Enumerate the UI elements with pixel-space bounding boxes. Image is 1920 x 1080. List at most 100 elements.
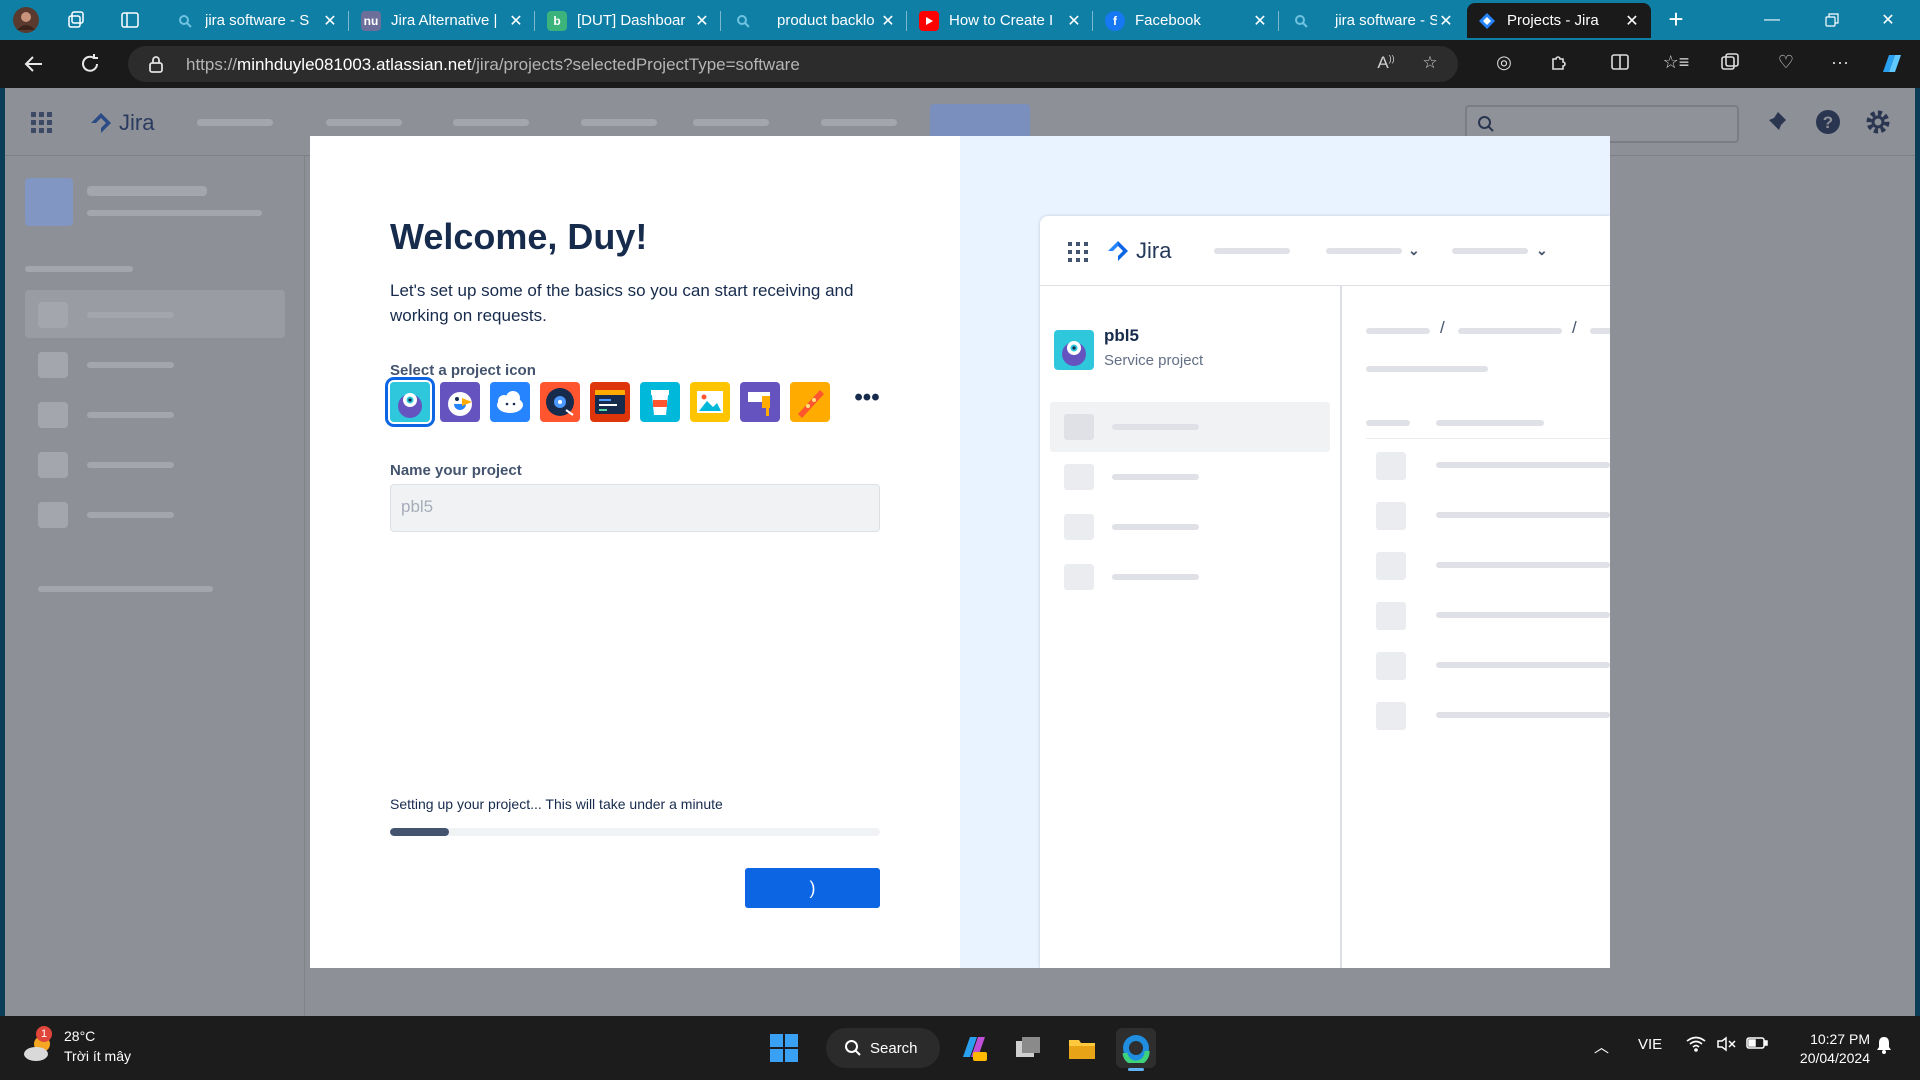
code-avatar-icon[interactable]	[590, 382, 630, 422]
browser-essentials-icon[interactable]: ♡	[1772, 52, 1800, 76]
url-text[interactable]: https://minhduyle081003.atlassian.net/ji…	[186, 55, 800, 75]
notification-bell-icon[interactable]	[1876, 1036, 1892, 1058]
weather-badge: 1	[36, 1026, 52, 1042]
tab-label: Jira Alternative |	[391, 12, 498, 29]
browser-tab[interactable]: product backlo ✕	[723, 3, 907, 38]
sidebar-icon-skeleton	[38, 402, 68, 428]
project-name-input[interactable]: pbl5	[390, 484, 880, 532]
restore-icon[interactable]	[1804, 0, 1860, 40]
lock-icon[interactable]	[146, 54, 166, 74]
help-icon[interactable]: ?	[1815, 109, 1841, 140]
create-button-skeleton	[930, 104, 1030, 140]
windows-start-icon[interactable]	[764, 1028, 804, 1068]
extensions-icon[interactable]	[1545, 52, 1573, 76]
tab-separator	[348, 11, 349, 31]
monster-avatar-icon[interactable]	[385, 377, 435, 427]
close-icon[interactable]: ✕	[1437, 11, 1455, 31]
address-bar[interactable]: https://minhduyle081003.atlassian.net/ji…	[128, 46, 1458, 82]
tab-label: [DUT] Dashboar	[577, 12, 686, 29]
search-icon	[733, 11, 753, 31]
bird-avatar-icon[interactable]	[440, 382, 480, 422]
sidebar-label-skeleton	[1112, 524, 1199, 530]
weather-widget[interactable]: 1 28°C Trời ít mây	[22, 1026, 172, 1072]
jira-sidebar	[5, 156, 305, 1016]
copilot-ring-icon[interactable]: ◎	[1490, 52, 1518, 76]
nav-item-skeleton	[1214, 248, 1290, 254]
notifications-icon[interactable]	[1767, 110, 1789, 137]
submit-button-loading[interactable]: )	[745, 868, 880, 908]
vertical-tabs-icon[interactable]	[116, 6, 144, 34]
vinyl-avatar-icon[interactable]	[540, 382, 580, 422]
project-icon-label: Select a project icon	[390, 362, 536, 379]
image-avatar-icon[interactable]	[690, 382, 730, 422]
tab-separator	[1092, 11, 1093, 31]
close-icon[interactable]: ✕	[507, 11, 525, 31]
copilot-icon[interactable]	[1878, 52, 1906, 76]
tab-label: jira software - S	[1335, 12, 1437, 29]
new-tab-button[interactable]: +	[1658, 6, 1694, 34]
nav-item-skeleton	[326, 119, 402, 126]
browser-tab[interactable]: nu Jira Alternative | ✕	[351, 3, 535, 38]
browser-tab-active[interactable]: Projects - Jira ✕	[1467, 3, 1651, 38]
row-text-skeleton	[1436, 562, 1610, 568]
browser-tab[interactable]: How to Create I ✕	[909, 3, 1093, 38]
close-icon[interactable]: ✕	[693, 11, 711, 31]
sidebar-icon-skeleton	[38, 502, 68, 528]
settings-gear-icon[interactable]	[1865, 109, 1891, 140]
browser-tab[interactable]: jira software - S ✕	[1281, 3, 1465, 38]
row-text-skeleton	[1436, 712, 1610, 718]
split-screen-icon[interactable]	[1606, 52, 1634, 76]
flag-avatar-icon[interactable]	[740, 382, 780, 422]
workspaces-icon[interactable]	[62, 6, 90, 34]
speaker-muted-icon[interactable]	[1716, 1036, 1736, 1056]
wifi-icon[interactable]	[1686, 1036, 1706, 1056]
preview-project-name: pbl5	[1104, 326, 1139, 345]
taskbar-search-button[interactable]: Search	[826, 1028, 940, 1068]
close-icon[interactable]: ✕	[1251, 11, 1269, 31]
row-icon-skeleton	[1376, 452, 1406, 480]
sidebar-label-skeleton	[1112, 474, 1199, 480]
url-path: /jira/projects?selectedProjectType=softw…	[471, 55, 800, 74]
favorite-star-icon[interactable]: ☆	[1418, 53, 1442, 75]
search-icon	[1291, 11, 1311, 31]
minimize-icon[interactable]: —	[1744, 0, 1800, 40]
browser-tab[interactable]: jira software - S ✕	[165, 3, 349, 38]
refresh-icon[interactable]	[74, 50, 106, 78]
collections-icon[interactable]	[1716, 52, 1744, 76]
page-title-skeleton	[1366, 366, 1488, 372]
back-arrow-icon[interactable]	[18, 50, 50, 78]
browser-tab[interactable]: f Facebook ✕	[1095, 3, 1279, 38]
loading-spinner-icon: )	[809, 877, 816, 898]
jira-logo-text: Jira	[119, 110, 155, 135]
close-icon[interactable]: ✕	[1623, 11, 1641, 31]
sidebar-icon-skeleton	[38, 352, 68, 378]
task-view-icon[interactable]	[1008, 1028, 1048, 1068]
file-explorer-icon[interactable]	[1062, 1028, 1102, 1068]
cup-avatar-icon[interactable]	[640, 382, 680, 422]
close-icon[interactable]: ✕	[1065, 11, 1083, 31]
taskbar-search-label: Search	[870, 1039, 918, 1057]
read-aloud-icon[interactable]: A))	[1374, 53, 1398, 75]
input-language[interactable]: VIE	[1638, 1036, 1662, 1053]
close-icon[interactable]: ✕	[321, 11, 339, 31]
browser-tab[interactable]: b [DUT] Dashboar ✕	[537, 3, 721, 38]
favorites-icon[interactable]: ☆≡	[1662, 52, 1690, 76]
close-window-icon[interactable]: ✕	[1860, 0, 1916, 40]
sidebar-label-skeleton	[87, 412, 174, 418]
app-switcher-icon[interactable]	[31, 112, 53, 139]
more-icons-button[interactable]: •••	[852, 386, 882, 416]
copilot-pre-icon[interactable]	[954, 1028, 994, 1068]
more-menu-icon[interactable]: ···	[1826, 52, 1854, 76]
edge-browser-icon[interactable]	[1116, 1028, 1156, 1071]
close-icon[interactable]: ✕	[879, 11, 897, 31]
food-avatar-icon[interactable]	[790, 382, 830, 422]
show-hidden-icons-chevron-icon[interactable]: ︿	[1594, 1036, 1609, 1057]
sidebar-footer-skeleton	[38, 586, 213, 592]
battery-icon[interactable]	[1746, 1036, 1768, 1054]
jira-logo[interactable]: Jira	[89, 110, 154, 136]
breadcrumb-skeleton	[1590, 328, 1610, 334]
url-host: minhduyle081003.atlassian.net	[237, 55, 472, 74]
profile-avatar[interactable]	[12, 6, 40, 34]
cloud-avatar-icon[interactable]	[490, 382, 530, 422]
system-clock[interactable]: 10:27 PM 20/04/2024	[1780, 1030, 1870, 1068]
